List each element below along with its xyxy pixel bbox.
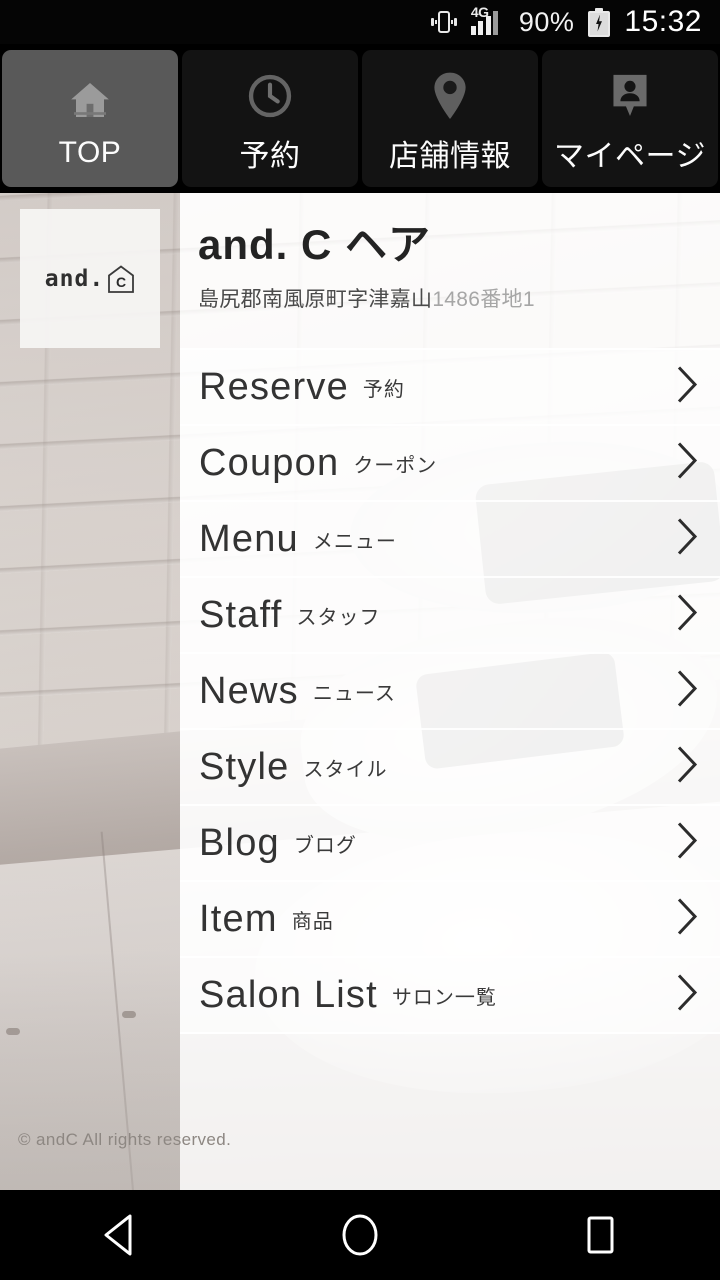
menu-row-blog[interactable]: Blog ブログ xyxy=(180,804,720,880)
tab-top[interactable]: TOP xyxy=(2,50,178,187)
tab-reserve-label: 予約 xyxy=(239,139,301,173)
tab-shop-info[interactable]: 店舗情報 xyxy=(362,50,538,187)
clock-label: 15:32 xyxy=(624,5,702,38)
menu-label-en: Menu xyxy=(199,517,299,560)
battery-charging-icon xyxy=(588,7,611,37)
logo-text: and. xyxy=(44,265,105,292)
map-pin-icon xyxy=(427,67,473,125)
chevron-right-icon xyxy=(674,744,700,791)
tab-mypage-label: マイページ xyxy=(554,139,706,173)
tab-bar: TOP 予約 店舗情報 マイページ xyxy=(0,44,720,193)
menu-list: Reserve 予約 Coupon クーポン Menu メニュー Staff ス… xyxy=(180,348,720,1034)
profile-card-icon xyxy=(606,67,654,125)
menu-row-menu[interactable]: Menu メニュー xyxy=(180,500,720,576)
chevron-right-icon xyxy=(674,972,700,1019)
menu-label-en: Blog xyxy=(199,821,280,864)
copyright-text: © andC All rights reserved. xyxy=(18,1130,232,1149)
tab-mypage[interactable]: マイページ xyxy=(542,50,718,187)
shop-address-number: 1486番地1 xyxy=(432,288,535,312)
menu-label-en: Salon List xyxy=(199,973,378,1016)
back-triangle-icon[interactable] xyxy=(65,1190,175,1280)
menu-label-ja: クーポン xyxy=(353,454,438,477)
clock-icon xyxy=(245,67,295,125)
house-c-icon: C xyxy=(107,264,135,294)
menu-label-ja: サロン一覧 xyxy=(391,986,497,1009)
shop-address: 島尻郡南風原町字津嘉山1486番地1 xyxy=(198,283,720,313)
chevron-right-icon xyxy=(674,668,700,715)
status-bar: 4G 90% 15:32 xyxy=(0,0,720,44)
menu-label-ja: ニュース xyxy=(312,682,396,705)
menu-row-salon-list[interactable]: Salon List サロン一覧 xyxy=(180,956,720,1032)
menu-row-item[interactable]: Item 商品 xyxy=(180,880,720,956)
menu-row-reserve[interactable]: Reserve 予約 xyxy=(180,348,720,424)
menu-row-style[interactable]: Style スタイル xyxy=(180,728,720,804)
shop-address-text: 島尻郡南風原町字津嘉山 xyxy=(198,288,433,312)
phone-screen: 4G 90% 15:32 TOP 予約 店舗情報 マイページ and. C ヘア… xyxy=(0,0,720,1280)
android-nav-bar xyxy=(0,1190,720,1280)
menu-label-ja: 予約 xyxy=(362,378,405,401)
chevron-right-icon xyxy=(674,820,700,867)
shop-title: and. C ヘア xyxy=(198,221,432,268)
home-circle-icon[interactable] xyxy=(305,1190,415,1280)
svg-text:C: C xyxy=(116,274,126,290)
tab-top-label: TOP xyxy=(58,135,122,169)
chevron-right-icon xyxy=(674,440,700,487)
shop-logo: and. C xyxy=(20,209,160,348)
chevron-right-icon xyxy=(674,896,700,943)
chevron-right-icon xyxy=(674,592,700,639)
menu-list-bottom-divider xyxy=(180,1032,720,1034)
menu-label-en: Item xyxy=(199,897,278,940)
chevron-right-icon xyxy=(674,516,700,563)
tab-shop-info-label: 店舗情報 xyxy=(389,139,511,173)
home-icon xyxy=(64,72,116,130)
shop-header: and. C ヘア 島尻郡南風原町字津嘉山1486番地1 xyxy=(180,193,720,348)
menu-label-en: Staff xyxy=(199,593,283,636)
menu-label-ja: ブログ xyxy=(293,834,357,857)
vibrate-icon xyxy=(430,9,457,35)
menu-label-ja: 商品 xyxy=(291,910,334,933)
menu-row-news[interactable]: News ニュース xyxy=(180,652,720,728)
tab-reserve[interactable]: 予約 xyxy=(182,50,358,187)
menu-row-coupon[interactable]: Coupon クーポン xyxy=(180,424,720,500)
menu-label-en: Style xyxy=(199,745,290,788)
menu-label-ja: スタッフ xyxy=(296,606,381,629)
menu-label-ja: メニュー xyxy=(312,530,397,553)
menu-label-ja: スタイル xyxy=(303,758,388,781)
menu-label-en: Reserve xyxy=(199,365,349,408)
menu-label-en: News xyxy=(199,669,299,712)
chevron-right-icon xyxy=(674,364,700,411)
menu-label-en: Coupon xyxy=(199,441,340,484)
recents-square-icon[interactable] xyxy=(545,1190,655,1280)
signal-bars-icon: 4G xyxy=(470,4,505,37)
battery-percent-label: 90% xyxy=(518,6,575,37)
menu-row-staff[interactable]: Staff スタッフ xyxy=(180,576,720,652)
